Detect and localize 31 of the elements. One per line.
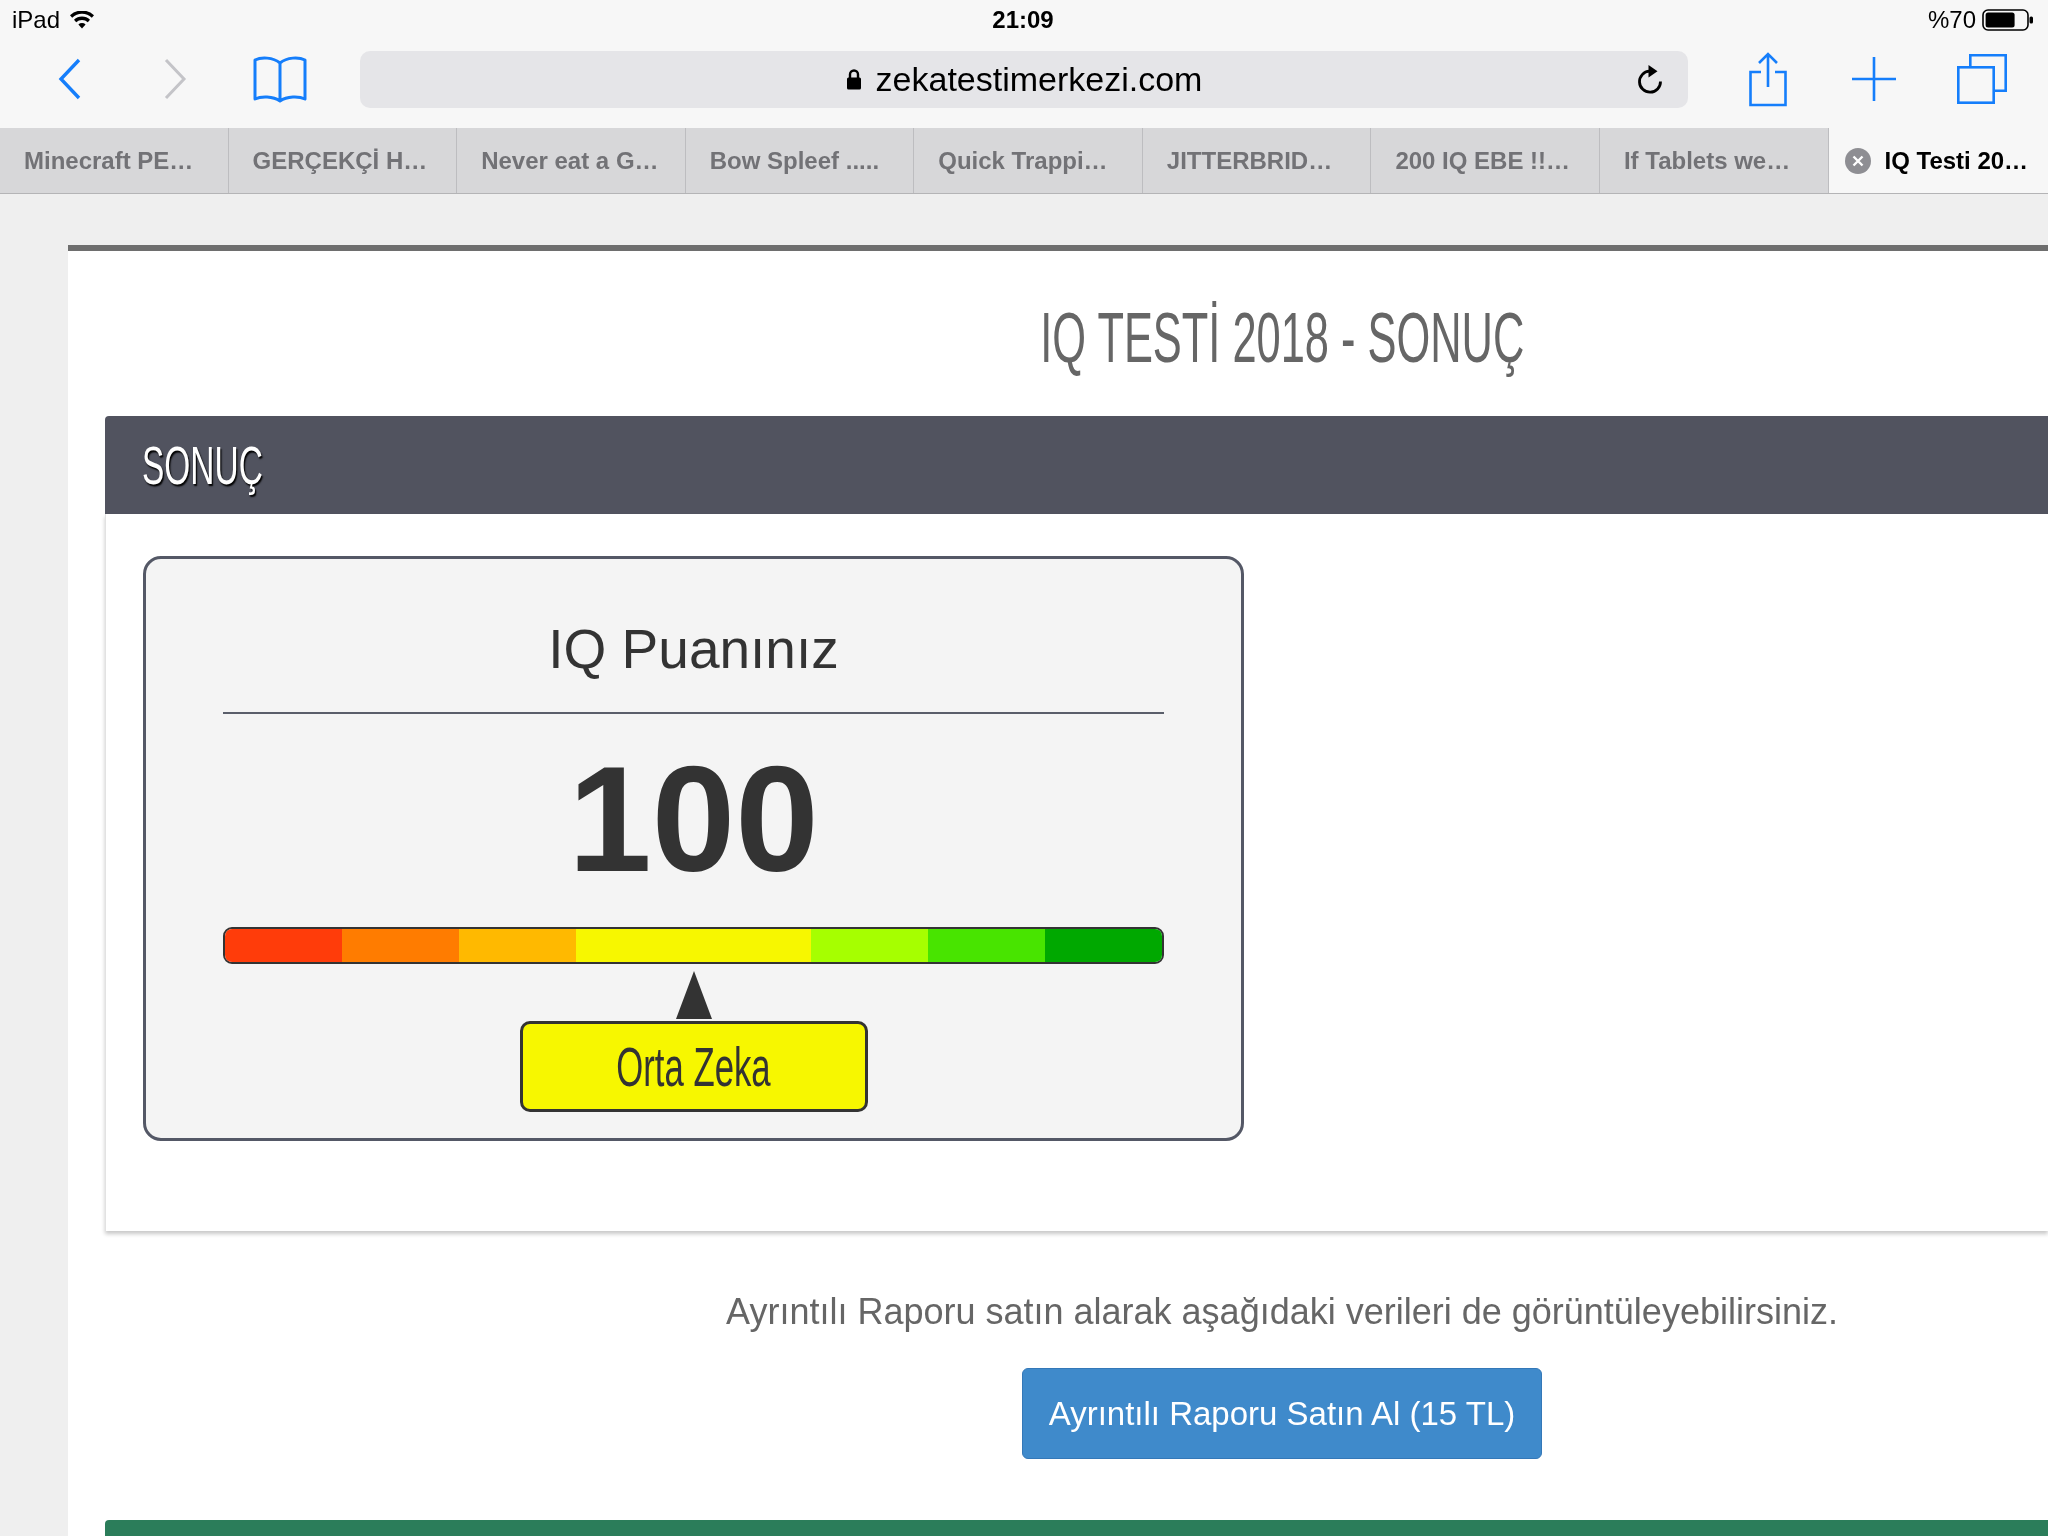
panel-title: SONUÇ [142, 434, 263, 496]
browser-tab[interactable]: Quick Trappi… [914, 128, 1143, 193]
plus-icon [1851, 56, 1897, 102]
browser-tab[interactable]: Bow Spleef ..... [685, 128, 915, 193]
chevron-right-icon [163, 58, 187, 100]
close-icon[interactable] [1844, 147, 1871, 174]
battery-icon [1982, 9, 2034, 31]
score-label: IQ Puanınız [548, 617, 839, 681]
browser-tab[interactable]: JITTERBRID… [1142, 128, 1372, 193]
score-value: 100 [568, 744, 819, 894]
browser-tab[interactable]: IQ Testi 20… [1828, 128, 2048, 193]
two-squares-icon [1956, 53, 2008, 105]
browser-tab[interactable]: 200 IQ EBE !!… [1371, 128, 1600, 193]
wifi-icon [70, 11, 95, 29]
reload-icon [1636, 64, 1664, 94]
result-text: Orta Zeka [616, 1034, 771, 1099]
browser-tab[interactable]: If Tablets we… [1599, 128, 1829, 193]
address-field[interactable]: zekatestimerkezi.com [360, 50, 1688, 108]
device-name: iPad [12, 6, 61, 34]
chevron-left-icon [58, 58, 82, 100]
report-note: Ayrıntılı Raporu satın alarak aşağıdaki verileri de görüntüleyebilirsiniz. [726, 1290, 1838, 1334]
browser-tab[interactable]: Never eat a G… [457, 128, 686, 193]
page-title: IQ TESTİ 2018 - SONUÇ [1040, 298, 1524, 378]
share-icon [1748, 51, 1788, 107]
battery-percent: %70 [1927, 6, 1976, 34]
url-text: zekatestimerkezi.com [875, 59, 1203, 99]
browser-tab[interactable]: Minecraft PE… [0, 128, 229, 193]
open-book-icon [252, 54, 308, 104]
browser-tab[interactable]: GERÇEKÇİ H… [228, 128, 458, 193]
clock: 21:09 [992, 6, 1054, 34]
buy-report-button[interactable]: Ayrıntılı Raporu Satın Al (15 TL) [1021, 1368, 1543, 1459]
